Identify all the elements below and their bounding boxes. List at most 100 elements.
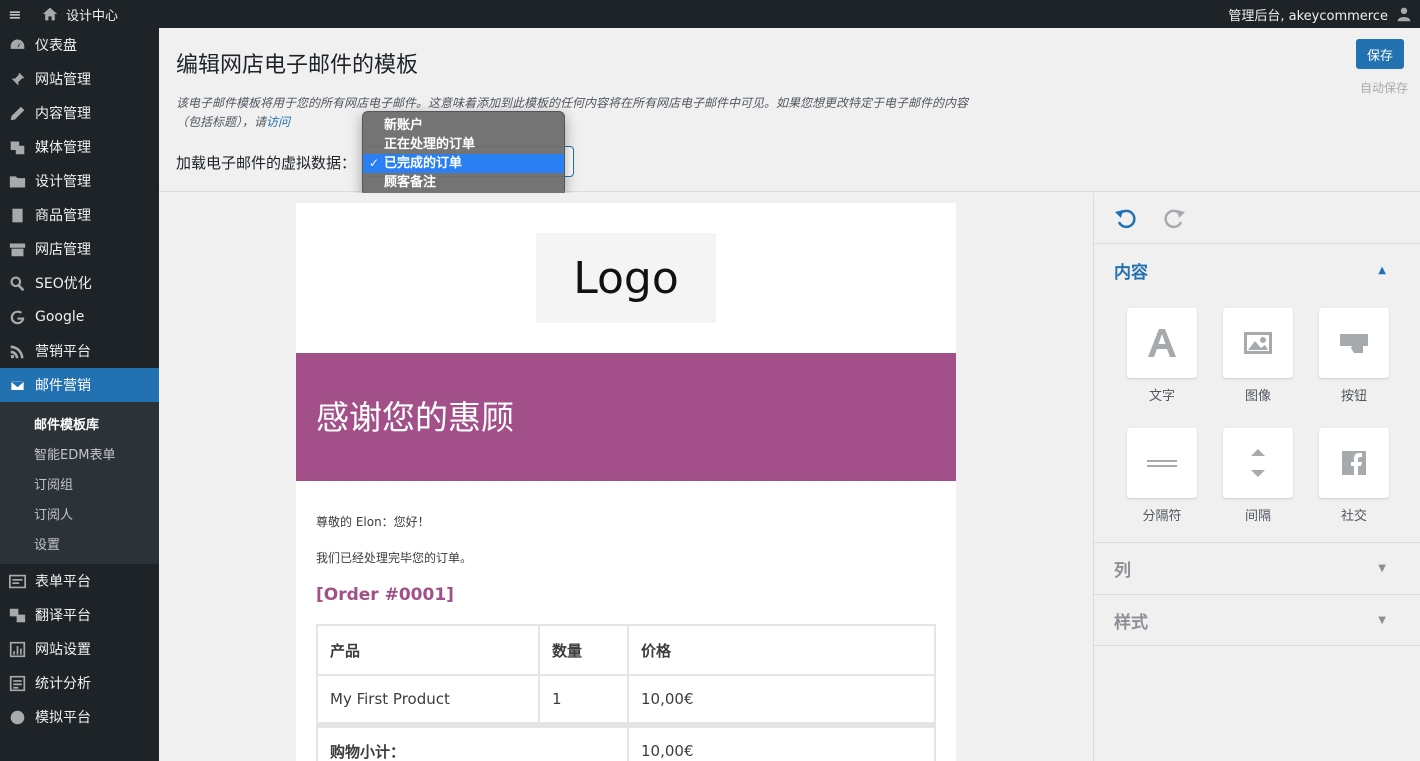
styles-section-toggle[interactable]: 样式 ▼ bbox=[1094, 594, 1420, 646]
sidebar-item-seo[interactable]: SEO优化 bbox=[0, 266, 159, 300]
block-label: 图像 bbox=[1244, 389, 1271, 404]
sidebar-item-label: 设计管理 bbox=[35, 174, 91, 190]
content-blocks: 文字 图像 按钮 分隔符 间隔 社交 bbox=[1094, 296, 1420, 542]
sidebar-item-stats[interactable]: 统计分析 bbox=[0, 666, 159, 700]
divider-icon bbox=[1127, 428, 1197, 498]
media-icon bbox=[8, 138, 26, 156]
sidebar-item-dashboard[interactable]: 仪表盘 bbox=[0, 28, 159, 62]
sidebar-item-store[interactable]: 网店管理 bbox=[0, 232, 159, 266]
block-label: 间隔 bbox=[1244, 509, 1271, 524]
sidebar-item-simulation[interactable]: 模拟平台 bbox=[0, 700, 159, 734]
dummy-data-dropdown: 新账户 正在处理的订单 ✓ 已完成的订单 顾客备注 bbox=[362, 111, 565, 196]
sidebar-item-label: 营销平台 bbox=[35, 344, 91, 360]
content-section-toggle[interactable]: 内容 ▲ bbox=[1094, 244, 1420, 296]
form-icon bbox=[8, 572, 26, 590]
dropdown-option-customer-note[interactable]: 顾客备注 bbox=[363, 173, 564, 192]
edit-icon bbox=[8, 104, 26, 122]
hamburger-icon[interactable]: ≡ bbox=[0, 5, 30, 24]
sidebar-item-site-management[interactable]: 网站管理 bbox=[0, 62, 159, 96]
page-title: 编辑网店电子邮件的模板 bbox=[176, 53, 419, 78]
description-link[interactable]: 访问 bbox=[266, 115, 290, 129]
history-controls bbox=[1094, 193, 1420, 244]
rss-icon bbox=[8, 342, 26, 360]
table-subtotal-row: 购物小计： 10,00€ bbox=[316, 722, 936, 761]
content-section-title: 内容 bbox=[1114, 262, 1148, 283]
email-preview: Logo 感谢您的惠顾 尊敬的 Elon：您好！ 我们已经处理完毕您的订单。 [… bbox=[296, 203, 956, 761]
sidebar-item-label: 网站管理 bbox=[35, 72, 91, 88]
sidebar-item-label: 邮件营销 bbox=[35, 378, 91, 394]
block-divider[interactable]: 分隔符 bbox=[1114, 428, 1210, 542]
logo-block[interactable]: Logo bbox=[536, 233, 716, 323]
user-avatar-icon bbox=[1397, 7, 1411, 22]
greeting-text[interactable]: 尊敬的 Elon：您好！ bbox=[316, 513, 430, 530]
styles-section-title: 样式 bbox=[1114, 612, 1148, 633]
sidebar-item-google[interactable]: Google bbox=[0, 300, 159, 334]
sidebar-item-label: 统计分析 bbox=[35, 676, 91, 692]
block-social[interactable]: 社交 bbox=[1306, 428, 1402, 542]
button-icon bbox=[1319, 308, 1389, 378]
columns-section-toggle[interactable]: 列 ▼ bbox=[1094, 542, 1420, 594]
submenu-item-template-library[interactable]: 邮件模板库 bbox=[0, 408, 159, 438]
globe-icon bbox=[8, 708, 26, 726]
sidebar-item-label: 翻译平台 bbox=[35, 608, 91, 624]
table-cell-quantity: 1 bbox=[538, 674, 629, 726]
sidebar-item-translate[interactable]: 翻译平台 bbox=[0, 598, 159, 632]
table-cell-product: My First Product bbox=[316, 674, 540, 726]
dropdown-option-new-account[interactable]: 新账户 bbox=[363, 116, 564, 135]
translate-icon bbox=[8, 606, 26, 624]
table-header-row: 产品 数量 价格 bbox=[316, 624, 936, 676]
submenu-item-subscribers[interactable]: 订阅人 bbox=[0, 498, 159, 528]
dropdown-option-processing-order[interactable]: 正在处理的订单 bbox=[363, 135, 564, 154]
order-number: [Order #0001] bbox=[316, 585, 454, 605]
dropdown-option-completed-order[interactable]: ✓ 已完成的订单 bbox=[363, 154, 564, 173]
undo-icon[interactable] bbox=[1114, 205, 1140, 231]
block-label: 按钮 bbox=[1340, 389, 1367, 404]
chevron-down-icon: ▼ bbox=[1378, 614, 1386, 626]
block-button[interactable]: 按钮 bbox=[1306, 308, 1402, 422]
sidebar-item-label: 网店管理 bbox=[35, 242, 91, 258]
table-header-product: 产品 bbox=[316, 624, 540, 676]
table-row: My First Product 1 10,00€ bbox=[316, 674, 936, 726]
submenu-item-settings[interactable]: 设置 bbox=[0, 528, 159, 558]
email-marketing-submenu: 邮件模板库 智能EDM表单 订阅组 订阅人 设置 bbox=[0, 402, 159, 564]
sidebar-item-site-settings[interactable]: 网站设置 bbox=[0, 632, 159, 666]
block-label: 文字 bbox=[1148, 389, 1175, 404]
dashboard-icon bbox=[8, 36, 26, 54]
block-text[interactable]: 文字 bbox=[1114, 308, 1210, 422]
header-banner[interactable]: 感谢您的惠顾 bbox=[296, 353, 956, 481]
sidebar-item-forms[interactable]: 表单平台 bbox=[0, 564, 159, 598]
image-icon bbox=[1223, 308, 1293, 378]
submenu-item-groups[interactable]: 订阅组 bbox=[0, 468, 159, 498]
autosave-status: 自动保存 bbox=[1359, 81, 1408, 95]
sidebar-item-email-marketing[interactable]: 邮件营销 bbox=[0, 368, 159, 402]
spacer-icon bbox=[1223, 428, 1293, 498]
pin-icon bbox=[8, 70, 26, 88]
submenu-item-edm-forms[interactable]: 智能EDM表单 bbox=[0, 438, 159, 468]
editor-sidebar-panel: 内容 ▲ 文字 图像 按钮 分隔符 间隔 社交 列 ▼ 样式 ▼ bbox=[1093, 193, 1420, 761]
page-description: 该电子邮件模板将用于您的所有网店电子邮件。这意味着添加到此模板的任何内容将在所有… bbox=[176, 94, 976, 132]
checkmark-icon: ✓ bbox=[369, 156, 380, 170]
order-processed-text[interactable]: 我们已经处理完毕您的订单。 bbox=[316, 549, 472, 566]
block-spacer[interactable]: 间隔 bbox=[1210, 428, 1306, 542]
site-home-link[interactable]: 设计中心 bbox=[42, 5, 118, 24]
sidebar-item-label: 表单平台 bbox=[35, 574, 91, 590]
table-cell-price: 10,00€ bbox=[627, 674, 936, 726]
redo-icon[interactable] bbox=[1160, 205, 1186, 231]
store-icon bbox=[8, 240, 26, 258]
sidebar-item-marketing[interactable]: 营销平台 bbox=[0, 334, 159, 368]
columns-section-title: 列 bbox=[1114, 561, 1131, 581]
sidebar-item-media[interactable]: 媒体管理 bbox=[0, 130, 159, 164]
sidebar-item-design[interactable]: 设计管理 bbox=[0, 164, 159, 198]
home-icon bbox=[42, 7, 58, 21]
user-menu[interactable]: 管理后台, akeycommerce bbox=[1228, 5, 1420, 24]
sidebar-item-products[interactable]: 商品管理 bbox=[0, 198, 159, 232]
table-header-quantity: 数量 bbox=[538, 624, 629, 676]
sidebar-item-label: 商品管理 bbox=[35, 208, 91, 224]
sidebar-item-content[interactable]: 内容管理 bbox=[0, 96, 159, 130]
site-title: 设计中心 bbox=[66, 8, 119, 24]
block-label: 社交 bbox=[1340, 509, 1367, 524]
user-greeting: 管理后台, akeycommerce bbox=[1228, 8, 1388, 24]
block-image[interactable]: 图像 bbox=[1210, 308, 1306, 422]
save-button[interactable]: 保存 bbox=[1356, 39, 1404, 69]
text-icon bbox=[1127, 308, 1197, 378]
